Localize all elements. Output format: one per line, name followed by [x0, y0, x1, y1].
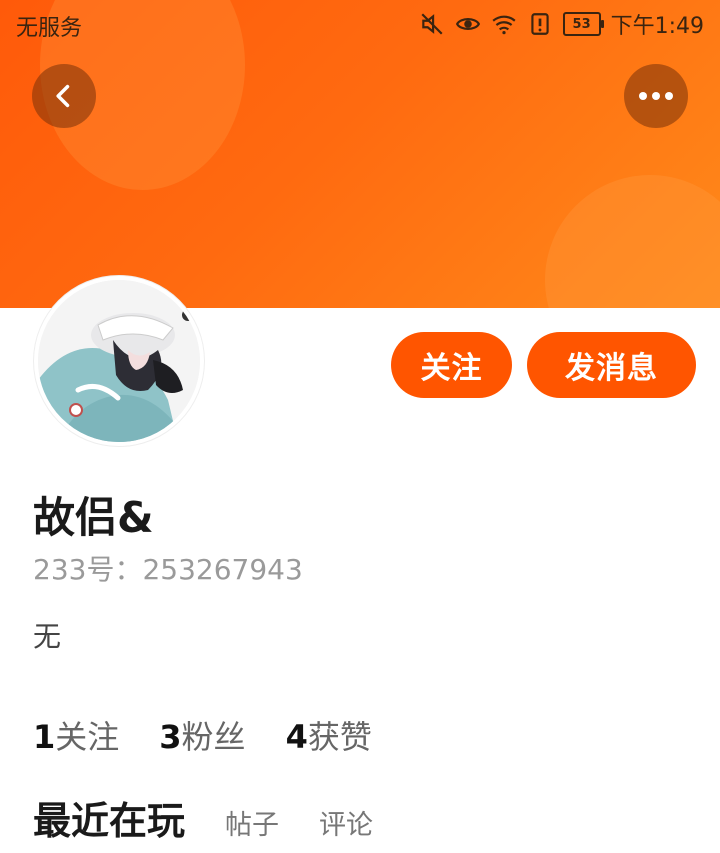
- follow-button[interactable]: 关注: [391, 332, 512, 398]
- banner-decoration: [545, 175, 720, 308]
- stat-followers[interactable]: 3 粉丝: [159, 712, 245, 758]
- carrier-text: 无服务: [16, 16, 83, 41]
- chevron-left-icon: [56, 84, 70, 108]
- more-dots-icon: [639, 92, 673, 100]
- avatar-image: [38, 280, 200, 442]
- avatar-illustration: [38, 280, 200, 442]
- send-message-button[interactable]: 发消息: [527, 332, 696, 398]
- stat-likes[interactable]: 4 获赞: [286, 712, 372, 758]
- stat-count: 3: [159, 718, 182, 756]
- status-bar: 无服务 53 下午1:49: [0, 0, 720, 48]
- back-button[interactable]: [32, 64, 96, 128]
- username: 故侣&: [33, 493, 154, 542]
- stat-label: 获赞: [307, 718, 372, 756]
- avatar[interactable]: [34, 276, 204, 446]
- bio-text: 无: [33, 620, 62, 653]
- stat-label: 粉丝: [181, 718, 246, 756]
- stat-label: 关注: [55, 718, 120, 756]
- profile-tabs: 最近在玩 帖子 评论: [33, 790, 373, 845]
- stat-count: 1: [33, 718, 56, 756]
- tab-posts[interactable]: 帖子: [225, 803, 279, 842]
- more-options-button[interactable]: [624, 64, 688, 128]
- tab-comments[interactable]: 评论: [319, 803, 373, 842]
- mute-icon: [421, 13, 443, 35]
- battery-icon: 53: [562, 12, 604, 36]
- profile-stats: 1 关注 3 粉丝 4 获赞: [33, 712, 372, 758]
- tab-recently-played[interactable]: 最近在玩: [33, 790, 185, 845]
- wifi-icon: [492, 15, 516, 35]
- eye-icon: [455, 18, 480, 30]
- alert-icon: [530, 13, 549, 35]
- stat-count: 4: [285, 718, 308, 756]
- stat-following[interactable]: 1 关注: [33, 712, 119, 758]
- user-id: 233号：253267943: [33, 553, 303, 586]
- clock-text: 下午1:49: [610, 14, 704, 39]
